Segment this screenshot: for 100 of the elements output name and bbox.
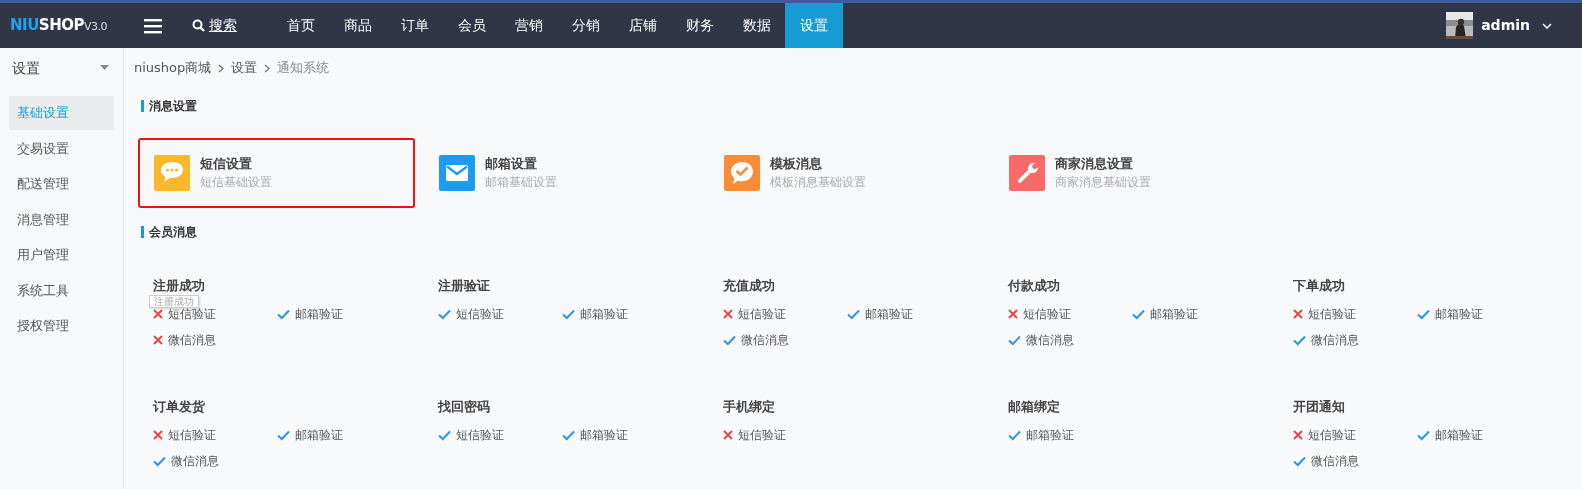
breadcrumb-item[interactable]: niushop商城 (134, 58, 212, 78)
group-title: 下单成功 (1293, 277, 1346, 295)
cross-icon (1008, 309, 1018, 319)
cross-icon (1293, 309, 1303, 319)
sidebar-title[interactable]: 设置 (12, 57, 40, 79)
group-title: 注册成功 (153, 277, 206, 295)
group-title: 开团通知 (1293, 398, 1346, 416)
user-name[interactable]: admin (1481, 15, 1530, 36)
search-link[interactable]: 搜索 (192, 15, 272, 36)
group-title: 充值成功 (723, 277, 776, 295)
channel-toggle[interactable]: 短信验证 (153, 305, 216, 323)
check-icon (1293, 334, 1306, 346)
caret-icon[interactable] (1542, 22, 1552, 29)
channel-toggle[interactable]: 邮箱验证 (847, 305, 913, 323)
card-title: 邮箱设置 (485, 155, 538, 173)
check-icon (1293, 455, 1306, 467)
channel-toggle[interactable]: 微信消息 (153, 331, 216, 349)
card-title: 短信设置 (200, 155, 253, 173)
settings-card[interactable]: 商家消息设置 商家消息基础设置 (993, 138, 1270, 208)
channel-toggle[interactable]: 短信验证 (1008, 305, 1071, 323)
settings-card[interactable]: 邮箱设置 邮箱基础设置 (423, 138, 700, 208)
sidebar-item[interactable]: 交易设置 (9, 131, 114, 166)
channel-toggle[interactable]: 邮箱验证 (562, 305, 628, 323)
section-title: 消息设置 (141, 100, 1582, 112)
nav-tab[interactable]: 订单 (386, 3, 443, 48)
sidebar-item[interactable]: 授权管理 (9, 309, 114, 343)
channel-toggle[interactable]: 邮箱验证 (1132, 305, 1198, 323)
card-title: 商家消息设置 (1055, 155, 1134, 173)
group-title: 找回密码 (438, 398, 491, 416)
channel-toggle[interactable]: 邮箱验证 (1417, 426, 1483, 444)
nav-tab[interactable]: 会员 (443, 3, 500, 48)
card-subtitle: 商家消息基础设置 (1055, 174, 1151, 191)
wrench-icon (1009, 155, 1045, 191)
nav-tab[interactable]: 商品 (329, 3, 386, 48)
sidebar-item[interactable]: 系统工具 (9, 273, 114, 308)
settings-card[interactable]: 短信设置 短信基础设置 (138, 138, 415, 208)
check-bubble-icon (724, 155, 760, 191)
cross-icon (723, 430, 733, 440)
nav-tab[interactable]: 数据 (728, 3, 785, 48)
group-title: 邮箱绑定 (1008, 398, 1061, 416)
check-icon (438, 429, 451, 441)
group-title: 手机绑定 (723, 398, 776, 416)
channel-toggle[interactable]: 微信消息 (1008, 331, 1074, 349)
check-icon (1008, 429, 1021, 441)
channel-toggle[interactable]: 邮箱验证 (1008, 426, 1074, 444)
channel-toggle[interactable]: 短信验证 (438, 426, 504, 444)
check-icon (847, 308, 860, 320)
settings-card[interactable]: 模板消息 模板消息基础设置 (708, 138, 985, 208)
channel-toggle[interactable]: 邮箱验证 (277, 426, 343, 444)
cross-icon (153, 335, 163, 345)
chevron-icon (264, 63, 271, 73)
envelope-icon (439, 155, 475, 191)
search-icon (192, 19, 205, 32)
nav-tab[interactable]: 财务 (671, 3, 728, 48)
channel-toggle[interactable]: 邮箱验证 (277, 305, 343, 323)
breadcrumb-item[interactable]: 设置 (231, 58, 258, 78)
channel-toggle[interactable]: 短信验证 (1293, 305, 1356, 323)
card-title: 模板消息 (770, 155, 823, 173)
card-subtitle: 短信基础设置 (200, 174, 272, 191)
check-icon (1417, 429, 1430, 441)
check-icon (153, 455, 166, 467)
channel-toggle[interactable]: 微信消息 (153, 452, 219, 470)
speech-bubble-icon (154, 155, 190, 191)
cross-icon (153, 430, 163, 440)
cross-icon (723, 309, 733, 319)
channel-toggle[interactable]: 短信验证 (723, 426, 786, 444)
check-icon (562, 308, 575, 320)
breadcrumb-item: 通知系统 (277, 59, 330, 78)
channel-toggle[interactable]: 微信消息 (1293, 452, 1359, 470)
nav-tab[interactable]: 营销 (500, 3, 557, 48)
sidebar-item[interactable]: 配送管理 (9, 167, 114, 201)
check-icon (277, 429, 290, 441)
channel-toggle[interactable]: 微信消息 (1293, 331, 1359, 349)
channel-toggle[interactable]: 微信消息 (723, 331, 789, 349)
channel-toggle[interactable]: 邮箱验证 (1417, 305, 1483, 323)
cross-icon (153, 309, 163, 319)
sidebar-item[interactable]: 用户管理 (9, 238, 114, 272)
check-icon (1132, 308, 1145, 320)
check-icon (438, 308, 451, 320)
section-title: 会员消息 (141, 226, 1582, 238)
check-icon (1008, 334, 1021, 346)
channel-toggle[interactable]: 短信验证 (153, 426, 216, 444)
cross-icon (1293, 430, 1303, 440)
nav-tab[interactable]: 分销 (557, 3, 614, 48)
group-title: 订单发货 (153, 398, 206, 416)
group-title: 注册验证 (438, 277, 491, 295)
nav-tab[interactable]: 店铺 (614, 3, 671, 48)
channel-toggle[interactable]: 短信验证 (438, 305, 504, 323)
channel-toggle[interactable]: 邮箱验证 (562, 426, 628, 444)
logo: NIUSHOPV3.0 (9, 15, 108, 37)
card-subtitle: 邮箱基础设置 (485, 174, 557, 191)
channel-toggle[interactable]: 短信验证 (1293, 426, 1356, 444)
tooltip: 注册成功 (149, 295, 199, 308)
chevron-icon (218, 63, 225, 73)
nav-tab[interactable]: 首页 (272, 3, 329, 48)
channel-toggle[interactable]: 短信验证 (723, 305, 786, 323)
card-subtitle: 模板消息基础设置 (770, 174, 866, 191)
sidebar-item[interactable]: 消息管理 (9, 202, 114, 237)
check-icon (723, 334, 736, 346)
check-icon (1417, 308, 1430, 320)
